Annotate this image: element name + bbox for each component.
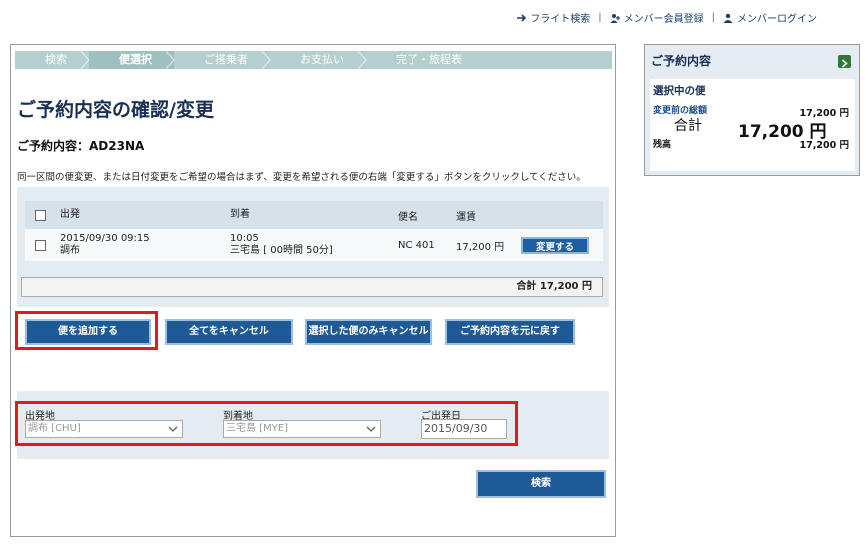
header-arrival: 到着: [230, 209, 250, 220]
page-title: ご予約内容の確認/変更: [17, 99, 214, 121]
step-complete: 完了・旅程表: [396, 53, 462, 66]
origin-value: 調布 [CHU]: [28, 423, 81, 434]
step-passengers: ご搭乗者: [174, 51, 271, 69]
flight-search-label: フライト検索: [530, 14, 591, 25]
header-departure: 出発: [60, 209, 80, 220]
member-login-label: メンバーログイン: [737, 14, 817, 25]
flight-search-link[interactable]: フライト検索: [516, 10, 590, 25]
restore-reservation-button[interactable]: ご予約内容を元に戻す: [445, 319, 575, 345]
main-panel: 検索 便選択 ご搭乗者 お支払い 完了・旅程表 ご予約内容の確認/変更 ご予約内…: [10, 44, 616, 537]
member-login-link[interactable]: メンバーログイン: [723, 10, 817, 25]
change-flight-button[interactable]: 変更する: [521, 236, 589, 254]
balance-value: 17,200 円: [799, 140, 849, 151]
header-separator: |: [711, 12, 715, 23]
departure-datetime: 2015/09/30 09:15: [60, 233, 150, 244]
step-select-flight: 便選択: [89, 51, 175, 69]
destination-value: 三宅島 [MYE]: [226, 423, 289, 434]
header-links: フライト検索 | メンバー会員登録 | メンバーログイン: [516, 10, 817, 25]
departure-cell: 2015/09/30 09:15 調布: [60, 233, 230, 257]
header-flight-no: 便名: [398, 211, 418, 223]
chevron-down-icon: [168, 426, 178, 432]
flight-table: 出発 到着 便名 運賃 2015/09/30 09:15 調布 10:05 三宅…: [25, 201, 603, 261]
sum-label: 合計: [674, 118, 702, 134]
arrival-time: 10:05: [230, 233, 259, 244]
origin-select[interactable]: 調布 [CHU]: [25, 420, 183, 438]
selected-flights-label: 選択中の便: [653, 85, 706, 97]
step-search: 検索: [15, 51, 90, 69]
airplane-icon: [517, 13, 527, 22]
cancel-selected-button[interactable]: 選択した便のみキャンセル: [305, 319, 432, 345]
table-header: 出発 到着 便名 運賃: [25, 201, 603, 229]
table-total: 合計 17,200 円: [21, 277, 603, 297]
instruction-note: 同一区間の便変更、または日付変更をご希望の場合はまず、変更を希望される便の右端「…: [17, 172, 586, 183]
search-button[interactable]: 検索: [476, 470, 606, 498]
departure-airport: 調布: [60, 245, 80, 256]
departure-date-input[interactable]: 2015/09/30: [421, 419, 507, 439]
add-flight-button[interactable]: 便を追加する: [25, 319, 151, 345]
select-all-checkbox[interactable]: [35, 209, 46, 221]
summary-content: 選択中の便 変更前の総額 17,200 円 合計 17,200 円 残高 17,…: [650, 79, 855, 171]
member-login-icon: [723, 13, 733, 23]
member-register-icon: [610, 13, 620, 23]
header-fare: 運賃: [456, 211, 476, 223]
summary-title: ご予約内容: [651, 54, 712, 68]
flight-list-panel: 出発 到着 便名 運賃 2015/09/30 09:15 調布 10:05 三宅…: [17, 187, 609, 307]
chevron-down-icon: [366, 426, 376, 432]
flight-number: NC 401: [398, 239, 435, 251]
step-payment: お支払い: [270, 51, 367, 69]
action-cell: 変更する: [521, 236, 601, 254]
destination-select[interactable]: 三宅島 [MYE]: [223, 420, 381, 438]
progress-steps: 検索 便選択 ご搭乗者 お支払い 完了・旅程表: [15, 51, 612, 69]
member-register-link[interactable]: メンバー会員登録: [610, 10, 704, 25]
arrival-cell: 10:05 三宅島 [ 00時間 50分]: [230, 233, 398, 257]
balance-label: 残高: [653, 140, 672, 150]
expand-arrow-icon[interactable]: [838, 55, 851, 68]
reservation-summary-panel: ご予約内容 選択中の便 変更前の総額 17,200 円 合計 17,200 円 …: [644, 44, 860, 176]
row-checkbox[interactable]: [35, 239, 46, 251]
header-separator: |: [598, 12, 602, 23]
member-register-label: メンバー会員登録: [623, 14, 704, 25]
cancel-all-button[interactable]: 全てをキャンセル: [165, 319, 293, 345]
reservation-code: ご予約内容：AD23NA: [17, 139, 145, 153]
table-row: 2015/09/30 09:15 調布 10:05 三宅島 [ 00時間 50分…: [25, 229, 603, 261]
arrival-airport: 三宅島 [ 00時間 50分]: [230, 245, 333, 256]
fare-cell: 17,200 円: [456, 241, 505, 253]
